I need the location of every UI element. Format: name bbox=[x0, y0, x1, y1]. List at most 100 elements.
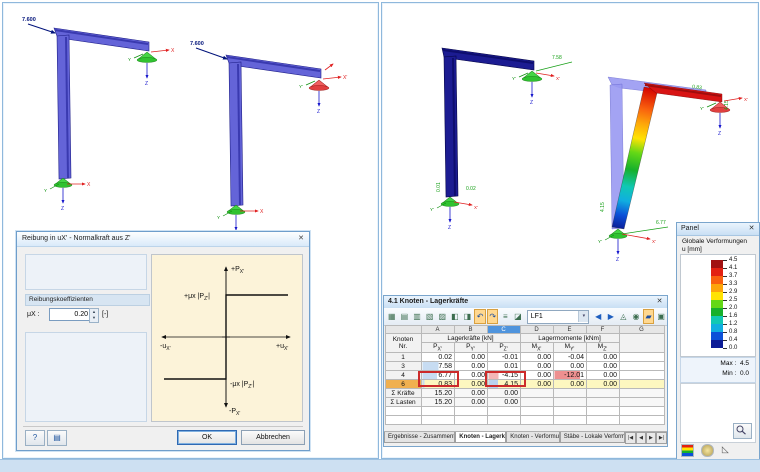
result-panel: Panel ✕ Globale Verformungen u [mm] 4.5 … bbox=[676, 222, 760, 460]
scale-band bbox=[711, 340, 723, 348]
node-header: Knoten Nr. bbox=[385, 332, 422, 354]
table-graphic-icon[interactable]: ▦ bbox=[386, 309, 398, 324]
svg-text:+μx |PZ'|: +μx |PZ'| bbox=[184, 293, 210, 302]
scale-band bbox=[711, 284, 723, 292]
scale-value: 4.5 bbox=[729, 257, 738, 263]
empty-row bbox=[385, 415, 665, 426]
status-bar bbox=[0, 459, 760, 472]
col-letter[interactable]: F bbox=[586, 325, 620, 334]
tab-ergebnisse-zusammenfassung[interactable]: Ergebnisse - Zusammenfassung bbox=[384, 432, 456, 443]
scale-value: 0.4 bbox=[729, 337, 738, 343]
tab-staebe-lokale-verformungen[interactable]: Stäbe - Lokale Verformungen bbox=[559, 432, 625, 443]
panel-caption-1: Globale Verformungen bbox=[682, 238, 748, 245]
col-letter[interactable]: E bbox=[553, 325, 587, 334]
sum-loads-row: Σ Lasten 15.20 0.00 0.00 bbox=[385, 397, 665, 408]
table-row[interactable]: 4 6.77 0.00 -4.15 0.00 -12.01 0.00 bbox=[385, 370, 665, 381]
forces-header: Lagerkräfte [kN] bbox=[421, 333, 521, 343]
zoom-button[interactable] bbox=[733, 423, 752, 439]
scale-band bbox=[711, 308, 723, 316]
col-next-icon[interactable]: ◨ bbox=[462, 309, 474, 324]
view-settings-icon[interactable]: ▤ bbox=[399, 309, 411, 324]
scale-value: 2.9 bbox=[729, 289, 738, 295]
max-min-box: Max : 4.5 Min : 0.0 bbox=[680, 357, 756, 383]
mx-header: MX' bbox=[520, 341, 554, 354]
col-letter[interactable]: G bbox=[619, 325, 665, 334]
table-toolbar: ▦ ▤ ▥ ▧ ▨ ◧ ◨ ↶ ↷ ≡ ◪ LF1 ▾ ◀ ▶ ◬ ◉ ▰ ▣ bbox=[384, 308, 667, 326]
mu-input[interactable]: 0.20 bbox=[49, 308, 91, 321]
loadcase-dropdown[interactable]: LF1 ▾ bbox=[526, 309, 590, 324]
ok-button[interactable]: OK bbox=[177, 430, 237, 445]
prev-case-icon[interactable]: ◀ bbox=[592, 309, 604, 324]
filter-icon[interactable]: ◬ bbox=[618, 309, 630, 324]
close-icon[interactable]: ✕ bbox=[654, 297, 665, 307]
empty-row bbox=[385, 406, 665, 417]
undo-icon[interactable]: ↶ bbox=[474, 309, 486, 324]
result-filter-icon[interactable]: ▧ bbox=[424, 309, 436, 324]
panel-caption-2: u [mm] bbox=[682, 246, 702, 253]
excel-export-icon[interactable]: ▣ bbox=[655, 309, 667, 324]
tab-knoten-verformungen[interactable]: Knoten - Verformungen bbox=[506, 432, 560, 443]
min-value: 0.0 bbox=[739, 370, 749, 377]
selection-icon[interactable]: ▨ bbox=[436, 309, 448, 324]
table-row[interactable]: 3 7.58 0.00 0.01 0.00 0.00 0.00 bbox=[385, 361, 665, 372]
color-scale-box: 4.5 4.1 3.7 3.3 2.9 2.5 2.0 1.6 1.2 0.8 … bbox=[680, 254, 756, 357]
panel-factors-icon[interactable] bbox=[701, 444, 715, 457]
sum-forces-row: Σ Kräfte 15.20 0.00 0.00 bbox=[385, 388, 665, 399]
panel-colorscale-icon[interactable] bbox=[681, 444, 694, 457]
py-header: PY' bbox=[454, 341, 488, 354]
max-value: 4.5 bbox=[739, 360, 749, 367]
column-letter-row: A B C D E F G bbox=[385, 325, 665, 334]
color-ref-icon[interactable]: ▰ bbox=[642, 309, 655, 324]
dialog-separator bbox=[23, 426, 303, 427]
scale-value: 2.5 bbox=[729, 297, 738, 303]
tab-last-icon[interactable]: ▶| bbox=[655, 432, 667, 444]
moments-header: Lagermomente [kNm] bbox=[520, 333, 620, 343]
next-case-icon[interactable]: ▶ bbox=[605, 309, 617, 324]
tab-prev-icon[interactable]: ◀ bbox=[636, 432, 646, 444]
mu-unit: [-] bbox=[102, 311, 109, 318]
scale-band bbox=[711, 324, 723, 332]
table-row[interactable]: 1 0.02 0.00 -0.01 0.00 -0.04 0.00 bbox=[385, 352, 665, 363]
svg-text:-PX': -PX' bbox=[229, 408, 240, 417]
scale-band bbox=[711, 276, 723, 284]
scale-band bbox=[711, 300, 723, 308]
scale-value: 1.6 bbox=[729, 313, 738, 319]
cancel-button[interactable]: Abbrechen bbox=[241, 430, 305, 445]
chevron-down-icon[interactable]: ▾ bbox=[578, 310, 589, 322]
close-icon[interactable]: ✕ bbox=[746, 224, 757, 234]
col-letter-selected[interactable]: C bbox=[487, 325, 521, 334]
min-label: Min : bbox=[722, 370, 737, 377]
redo-icon[interactable]: ↷ bbox=[486, 309, 499, 324]
scale-band bbox=[711, 292, 723, 300]
table-row-selected[interactable]: 6 0.83 0.00 4.15 0.00 0.00 0.00 bbox=[385, 379, 665, 390]
col-prev-icon[interactable]: ◧ bbox=[449, 309, 461, 324]
svg-text:+PX': +PX' bbox=[231, 266, 244, 275]
magnifier-icon bbox=[736, 425, 746, 435]
lower-groupbox bbox=[25, 332, 147, 422]
result-diagram-icon[interactable]: ◪ bbox=[512, 309, 524, 324]
table-tabs: Ergebnisse - Zusammenfassung Knoten - La… bbox=[384, 431, 667, 445]
col-letter[interactable]: A bbox=[421, 325, 455, 334]
tab-first-icon[interactable]: |◀ bbox=[624, 432, 637, 444]
friction-group-header: Reibungskoeffizienten bbox=[25, 294, 150, 306]
col-letter[interactable]: D bbox=[520, 325, 554, 334]
dialog-title: Reibung in uX' - Normalkraft aus Z' bbox=[17, 232, 309, 247]
scale-band bbox=[711, 332, 723, 340]
tab-knoten-lagerkraefte[interactable]: Knoten - Lagerkräfte bbox=[455, 432, 507, 443]
close-icon[interactable]: ✕ bbox=[295, 234, 307, 244]
svg-text:+uX': +uX' bbox=[276, 343, 288, 352]
notes-button[interactable]: ▤ bbox=[47, 430, 67, 446]
scale-band bbox=[711, 268, 723, 276]
upper-groupbox bbox=[25, 254, 147, 290]
sum-rows-icon[interactable]: ≡ bbox=[499, 309, 511, 324]
panel-filter-icon[interactable]: ◺ bbox=[722, 444, 733, 455]
tab-next-icon[interactable]: ▶ bbox=[645, 432, 656, 444]
mu-spinner[interactable]: ▲ ▼ bbox=[89, 308, 99, 323]
relations-icon[interactable]: ◉ bbox=[630, 309, 642, 324]
help-button[interactable]: ? bbox=[25, 430, 45, 446]
panel-bottom-toolbar: ◺ bbox=[681, 444, 736, 457]
col-letter[interactable]: B bbox=[454, 325, 488, 334]
support-forces-table: A B C D E F G Knoten Nr. Lagerkräfte [kN]… bbox=[385, 325, 665, 426]
scale-value: 3.3 bbox=[729, 281, 738, 287]
row-filter-icon[interactable]: ▥ bbox=[411, 309, 423, 324]
